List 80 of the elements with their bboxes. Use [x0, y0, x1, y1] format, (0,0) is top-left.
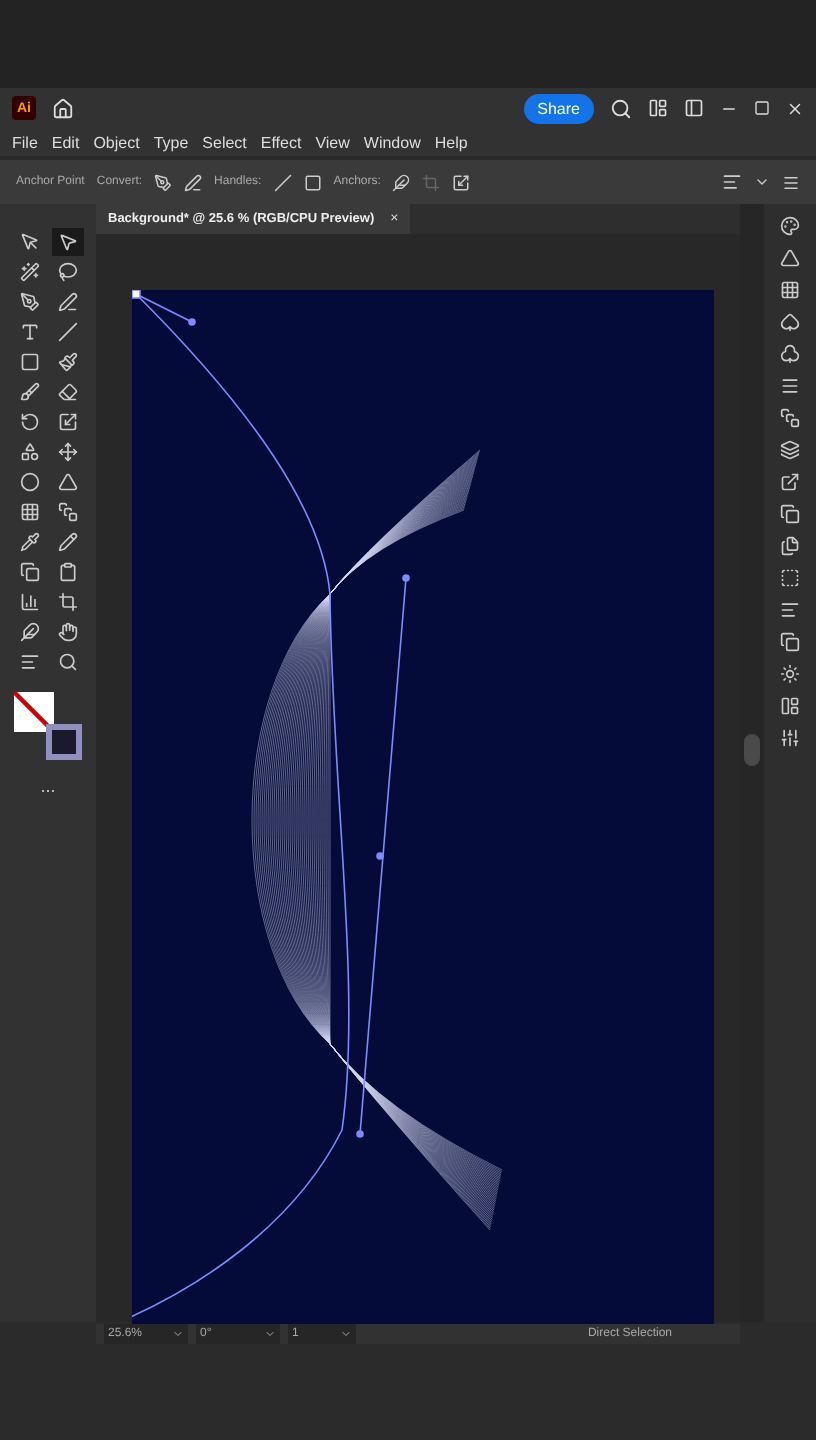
pen-line-icon[interactable] [184, 173, 203, 191]
bar-chart-icon [19, 592, 39, 612]
home-icon[interactable] [52, 97, 74, 119]
panel-icon[interactable] [780, 696, 800, 716]
pencil-icon [57, 532, 77, 552]
chevron-down-icon [264, 1328, 276, 1340]
align-icon[interactable] [722, 172, 742, 192]
line-icon [57, 322, 77, 342]
share-button[interactable]: Share [523, 93, 594, 123]
brush-icon [19, 382, 39, 402]
sun-icon[interactable] [780, 664, 800, 684]
copy-icon[interactable] [780, 504, 800, 524]
chevron-down-icon [172, 1328, 184, 1340]
document-icon[interactable] [780, 536, 800, 556]
move-icon [57, 442, 77, 462]
sliders-icon[interactable] [780, 728, 800, 748]
menu-item[interactable]: Edit [51, 133, 80, 151]
overlap-icon[interactable] [780, 632, 800, 652]
pen-line-icon [57, 292, 77, 312]
layout-icon[interactable] [648, 98, 668, 118]
fill-swatch[interactable] [14, 692, 54, 732]
scale-icon [57, 412, 77, 432]
stack-icon [57, 502, 77, 522]
arrow-outline-icon [19, 232, 39, 252]
more-tools-button[interactable]: ... [40, 776, 56, 796]
close-icon[interactable] [786, 99, 804, 117]
rotate-icon [19, 412, 39, 432]
menu-item[interactable]: Window [363, 133, 421, 151]
paintbrush-icon [57, 352, 77, 372]
copy-icon [19, 562, 39, 582]
stroke-swatch[interactable] [46, 724, 82, 760]
handle-icon[interactable] [273, 173, 292, 191]
grid-icon [19, 502, 39, 522]
stack-icon[interactable] [780, 408, 800, 428]
maximize-icon[interactable] [754, 100, 770, 116]
dashed-square-icon[interactable] [780, 568, 800, 588]
scale-icon[interactable] [452, 173, 471, 191]
menu-item[interactable]: Object [93, 133, 140, 151]
align-icon[interactable] [780, 600, 800, 620]
crop-icon [57, 592, 77, 612]
scrollbar-thumb[interactable] [744, 734, 760, 766]
grid-icon[interactable] [780, 280, 800, 300]
export-icon[interactable] [780, 472, 800, 492]
feather-icon [19, 622, 39, 642]
layers-icon[interactable] [780, 440, 800, 460]
pen-icon[interactable] [154, 173, 173, 191]
wand-icon [19, 262, 39, 282]
eyedropper-icon [19, 532, 39, 552]
menu-item[interactable]: Type [153, 133, 189, 151]
triangle-icon [57, 472, 77, 492]
lines-icon[interactable] [780, 376, 800, 396]
arrow-icon [57, 232, 77, 252]
chevron-down-icon [340, 1328, 352, 1340]
pen-icon [19, 292, 39, 312]
chevron-down-icon[interactable] [754, 174, 770, 190]
feather-icon[interactable] [392, 173, 411, 191]
club-icon[interactable] [780, 344, 800, 364]
rectangle-icon [19, 352, 39, 372]
menu-item[interactable]: View [315, 133, 350, 151]
menu-item[interactable]: File [12, 133, 38, 151]
text-icon [19, 322, 39, 342]
menu-item[interactable]: Help [434, 133, 468, 151]
panel-icon[interactable] [684, 98, 704, 118]
eraser-icon [57, 382, 77, 402]
circle-icon [19, 472, 39, 492]
palette-icon[interactable] [780, 216, 800, 236]
triangle-icon[interactable] [780, 248, 800, 268]
menu-icon[interactable] [782, 173, 800, 191]
arrow-tool[interactable] [51, 228, 83, 256]
hand-icon [57, 622, 77, 642]
lasso-icon [57, 262, 77, 282]
search-icon [57, 652, 77, 672]
menu-item[interactable]: Effect [260, 133, 302, 151]
handle-square-icon[interactable] [303, 173, 322, 191]
align-icon [19, 652, 39, 672]
shapes-icon [19, 442, 39, 462]
menu-item[interactable]: Select [202, 133, 247, 151]
spade-icon[interactable] [780, 312, 800, 332]
clipboard-icon [57, 562, 77, 582]
search-icon[interactable] [610, 97, 632, 119]
